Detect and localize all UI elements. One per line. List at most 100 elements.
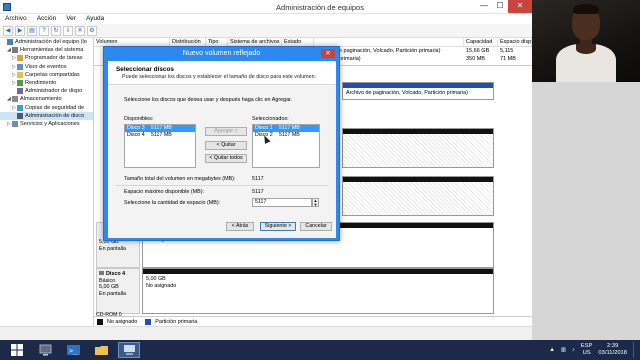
tree-item[interactable]: ▷ Copias de seguridad de bbox=[0, 104, 93, 112]
tree-item-label: Programador de tareas bbox=[25, 55, 83, 62]
next-button[interactable]: Siguiente > bbox=[260, 222, 296, 231]
tree-item-label: Copias de seguridad de bbox=[25, 104, 85, 111]
col-sistema-archivos[interactable]: Sistema de archivos bbox=[228, 38, 282, 46]
available-disks-list[interactable]: Disco 3 5117 MB Disco 4 5117 MB bbox=[124, 124, 196, 168]
tree-item[interactable]: Administrador de dispo bbox=[0, 87, 93, 95]
partition-status: No asignado bbox=[146, 283, 177, 289]
dialog-body: Seleccionar discos Puede seleccionar los… bbox=[108, 61, 336, 238]
window-controls: — ☐ ✕ bbox=[476, 0, 532, 13]
show-desktop-button[interactable] bbox=[633, 342, 636, 358]
powershell-icon[interactable]: >_ bbox=[62, 342, 84, 358]
tree-item-label: Servicios y Aplicaciones bbox=[20, 120, 80, 127]
remove-all-button[interactable]: < Quitar todos bbox=[205, 154, 247, 163]
disk-partition[interactable]: Archivo de paginación, Volcado, Partició… bbox=[342, 82, 494, 100]
col-distribucion[interactable]: Distribución bbox=[170, 38, 206, 46]
select-space-label: Seleccione la cantidad de espacio (MB): bbox=[124, 200, 221, 206]
divider bbox=[116, 185, 328, 186]
list-item[interactable]: Disco 4 5117 MB bbox=[125, 132, 195, 139]
export-icon[interactable]: ⇩ bbox=[63, 25, 73, 36]
storage-icon bbox=[12, 96, 18, 103]
disk-status: En pantalla bbox=[99, 290, 126, 297]
max-space-value: 5117 bbox=[252, 189, 264, 195]
menu-ver[interactable]: Ver bbox=[61, 14, 81, 24]
menu-bar: Archivo Acción Ver Ayuda bbox=[0, 14, 532, 24]
computer-management-icon[interactable] bbox=[118, 342, 140, 358]
refresh-icon[interactable]: ↻ bbox=[51, 25, 61, 36]
maximize-button[interactable]: ☐ bbox=[492, 0, 508, 13]
tray-up-icon[interactable]: ▲ bbox=[549, 347, 554, 353]
delete-icon[interactable]: ✕ bbox=[75, 25, 85, 36]
space-stepper[interactable]: ▲ ▼ bbox=[312, 198, 319, 207]
list-item[interactable]: Disco 1 5117 MB bbox=[253, 125, 319, 132]
selected-disks-list[interactable]: Disco 1 5117 MB Disco 2 5117 MB bbox=[252, 124, 320, 168]
table-cell: 71 MB bbox=[500, 56, 516, 62]
partition-status: Archivo de paginación, Volcado, Partició… bbox=[346, 90, 468, 96]
tree-item-label: Visor de eventos bbox=[25, 63, 67, 70]
tree-item[interactable]: ▷ Programador de tareas bbox=[0, 54, 93, 62]
menu-ayuda[interactable]: Ayuda bbox=[81, 14, 109, 24]
minimize-button[interactable]: — bbox=[476, 0, 492, 13]
tree-item[interactable]: ◢ Almacenamiento bbox=[0, 95, 93, 103]
tree-item[interactable]: ◢ Herramientas del sistema bbox=[0, 46, 93, 54]
tree-item[interactable]: ▷ Rendimiento bbox=[0, 79, 93, 87]
volume-icon[interactable]: ♪ bbox=[572, 347, 575, 353]
tree-item[interactable]: ▷ Servicios y Aplicaciones bbox=[0, 120, 93, 128]
legend-swatch-unallocated bbox=[97, 318, 103, 325]
tree-item[interactable]: Administración del equipo (lo bbox=[0, 38, 93, 46]
navigation-tree: Administración del equipo (lo ◢ Herramient… bbox=[0, 38, 94, 341]
add-button[interactable]: Agregar > bbox=[205, 127, 247, 136]
cancel-button[interactable]: Cancelar bbox=[300, 222, 332, 231]
language-indicator[interactable]: ESP US bbox=[581, 343, 593, 357]
legend-label: Partición primaria bbox=[155, 318, 198, 325]
disk-label[interactable]: Disco 4 Básico 5,00 GB En pantalla bbox=[96, 268, 140, 314]
disk-partition[interactable]: 5,00 GB No asignado bbox=[142, 268, 494, 314]
performance-icon bbox=[17, 80, 23, 87]
menu-archivo[interactable]: Archivo bbox=[0, 14, 32, 24]
tools-icon bbox=[12, 47, 18, 54]
max-space-label: Espacio máximo disponible (MB): bbox=[124, 189, 204, 195]
folder-icon bbox=[17, 71, 23, 78]
start-button[interactable] bbox=[6, 342, 28, 358]
col-estado[interactable]: Estado bbox=[282, 38, 314, 46]
col-tipo[interactable]: Tipo bbox=[206, 38, 228, 46]
explorer-icon[interactable] bbox=[90, 342, 112, 358]
space-input[interactable]: 5117 bbox=[252, 198, 312, 207]
disk-partition[interactable] bbox=[342, 128, 494, 168]
tree-item[interactable]: ▷ Carpetas compartidas bbox=[0, 71, 93, 79]
disk-status: En pantalla bbox=[99, 245, 126, 252]
tree-item-label: Rendimiento bbox=[25, 79, 57, 86]
back-button[interactable]: < Atrás bbox=[226, 222, 254, 231]
computer-icon bbox=[7, 39, 13, 46]
disk-partition[interactable] bbox=[342, 176, 494, 216]
network-icon[interactable]: ▥ bbox=[561, 347, 566, 353]
selected-label: Seleccionados: bbox=[252, 116, 289, 122]
system-tray: ▲ ▥ ♪ ESP US 2:39 03/11/2018 bbox=[549, 340, 640, 360]
remove-button[interactable]: < Quitar bbox=[205, 141, 247, 150]
legend-swatch-primary bbox=[145, 318, 152, 325]
list-item[interactable]: Disco 3 5117 MB bbox=[125, 125, 195, 132]
forward-icon[interactable]: ▶ bbox=[15, 25, 25, 36]
svg-text:>_: >_ bbox=[69, 347, 78, 355]
col-capacidad[interactable]: Capacidad bbox=[464, 38, 498, 46]
help-icon[interactable]: ? bbox=[39, 25, 49, 36]
legend: No asignado Partición primaria bbox=[94, 316, 532, 326]
server-manager-icon[interactable] bbox=[34, 342, 56, 358]
back-icon[interactable]: ◀ bbox=[3, 25, 13, 36]
mirrored-volume-dialog: Nuevo volumen reflejado ✕ Seleccionar di… bbox=[103, 46, 340, 241]
tree-item[interactable]: Administración de disco bbox=[0, 111, 93, 120]
toolbar: ◀ ▶ ▤ ? ↻ ⇩ ✕ ⚙ bbox=[0, 24, 532, 38]
device-icon bbox=[17, 88, 23, 95]
backup-icon bbox=[17, 104, 23, 111]
col-estado-detalle[interactable] bbox=[314, 38, 464, 46]
close-button[interactable]: ✕ bbox=[508, 0, 532, 13]
settings-icon[interactable]: ⚙ bbox=[87, 25, 97, 36]
tree-item-label: Herramientas del sistema bbox=[20, 47, 84, 54]
col-espacio[interactable]: Espacio disp. bbox=[498, 38, 532, 46]
menu-accion[interactable]: Acción bbox=[32, 14, 62, 24]
dialog-close-button[interactable]: ✕ bbox=[321, 49, 335, 58]
tree-item[interactable]: ▷ Visor de eventos bbox=[0, 63, 93, 71]
col-volumen[interactable]: Volumen bbox=[94, 38, 170, 46]
available-label: Disponibles: bbox=[124, 116, 154, 122]
properties-icon[interactable]: ▤ bbox=[27, 25, 37, 36]
clock[interactable]: 2:39 03/11/2018 bbox=[598, 343, 627, 357]
